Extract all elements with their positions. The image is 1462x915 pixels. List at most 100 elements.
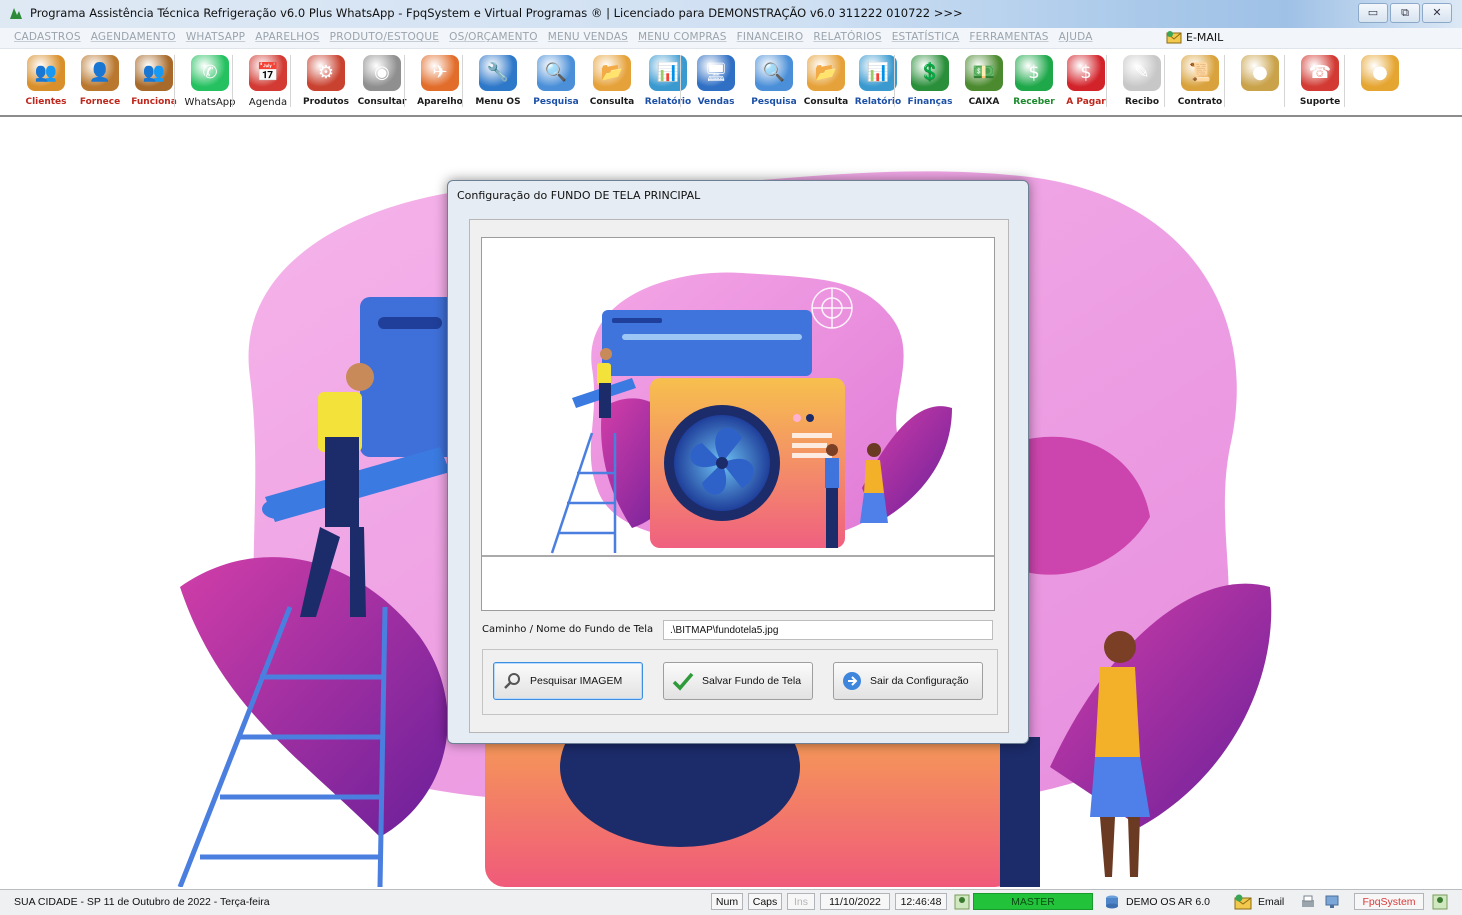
- menu-financeiro[interactable]: FINANCEIRO: [737, 31, 804, 43]
- toolbar-button-consulta[interactable]: 📂 Consulta: [796, 51, 856, 113]
- a-pagar-icon: $: [1067, 55, 1105, 91]
- toolbar-button-funciona[interactable]: 👥 Funciona: [124, 51, 184, 113]
- path-input[interactable]: .\BITMAP\fundotela5.jpg: [663, 620, 993, 640]
- menu-os-orcamento[interactable]: OS/ORÇAMENTO: [449, 31, 538, 43]
- whatsapp-icon: ✆: [191, 55, 229, 91]
- produtos-icon: ⚙: [307, 55, 345, 91]
- toolbar-button-relat-rio[interactable]: 📊 Relatório: [848, 51, 908, 113]
- background-preview-image: [481, 237, 995, 611]
- maximize-button[interactable]: ⧉: [1390, 3, 1420, 23]
- window-title: Programa Assistência Técnica Refrigeraçã…: [30, 6, 963, 20]
- exit-config-label: Sair da Configuração: [870, 675, 969, 687]
- toolbar-button-receber[interactable]: $ Receber: [1004, 51, 1064, 113]
- menu-relatorios[interactable]: RELATÓRIOS: [813, 31, 881, 43]
- module-24-icon: ●: [1361, 55, 1399, 91]
- user-status-icon: [1432, 894, 1448, 910]
- toolbar-button-extra-24[interactable]: ●: [1350, 51, 1410, 113]
- toolbar-button-fornece[interactable]: 👤 Fornece: [70, 51, 130, 113]
- menu-aparelhos[interactable]: APARELHOS: [255, 31, 319, 43]
- menu-compras[interactable]: MENU COMPRAS: [638, 31, 727, 43]
- window-controls: ▭ ⧉ ✕: [1358, 3, 1452, 23]
- pesquisa-icon: 🔍: [537, 55, 575, 91]
- save-background-label: Salvar Fundo de Tela: [702, 675, 802, 687]
- status-database: DEMO OS AR 6.0: [1126, 896, 1211, 908]
- toolbar-button-label: Menu OS: [475, 97, 521, 107]
- menu-vendas[interactable]: MENU VENDAS: [548, 31, 628, 43]
- caixa-icon: 💵: [965, 55, 1003, 91]
- toolbar-button-label: Consulta: [589, 97, 635, 107]
- toolbar-separator: [680, 55, 681, 107]
- toolbar-button-consultar[interactable]: ◉ Consultar: [352, 51, 412, 113]
- toolbar-button-label: WhatsApp: [184, 97, 236, 108]
- aparelho-icon: ✈: [421, 55, 459, 91]
- toolbar-button-extra-22[interactable]: ●: [1230, 51, 1290, 113]
- recibo-icon: ✎: [1123, 55, 1161, 91]
- menu-whatsapp[interactable]: WHATSAPP: [186, 31, 245, 43]
- exit-config-button[interactable]: Sair da Configuração: [833, 662, 983, 700]
- vendas-icon: 🖥: [697, 55, 735, 91]
- network-icon[interactable]: [1324, 894, 1340, 910]
- status-caps: Caps: [748, 893, 782, 910]
- toolbar-button-contrato[interactable]: 📜 Contrato: [1170, 51, 1230, 113]
- printer-icon[interactable]: [1300, 894, 1316, 910]
- toolbar-button-whatsapp[interactable]: ✆ WhatsApp: [180, 51, 240, 113]
- status-user: MASTER: [973, 893, 1093, 910]
- toolbar-button-agenda[interactable]: 📅 Agenda: [238, 51, 298, 113]
- exit-arrow-icon: [843, 672, 861, 690]
- search-image-button[interactable]: Pesquisar IMAGEM: [493, 662, 643, 700]
- toolbar-button-label: Receber: [1013, 97, 1055, 107]
- toolbar-button-label: Finanças: [907, 97, 953, 107]
- toolbar-button-label: Produtos: [303, 97, 349, 107]
- status-num: Num: [711, 893, 743, 910]
- minimize-button[interactable]: ▭: [1358, 3, 1388, 23]
- toolbar-separator: [1224, 55, 1225, 107]
- toolbar-separator: [290, 55, 291, 107]
- toolbar-button-label: Vendas: [697, 97, 735, 107]
- toolbar: 👥 Clientes 👤 Fornece 👥 Funciona ✆ WhatsApp 📅 Agen…: [0, 49, 1462, 117]
- toolbar-button-pesquisa[interactable]: 🔍 Pesquisa: [526, 51, 586, 113]
- toolbar-button-menu-os[interactable]: 🔧 Menu OS: [468, 51, 528, 113]
- checkmark-icon: [672, 672, 694, 691]
- toolbar-button-produtos[interactable]: ⚙ Produtos: [296, 51, 356, 113]
- status-time: 12:46:48: [895, 893, 947, 910]
- toolbar-separator: [894, 55, 895, 107]
- menu-ferramentas[interactable]: FERRAMENTAS: [969, 31, 1048, 43]
- toolbar-button-a-pagar[interactable]: $ A Pagar: [1056, 51, 1116, 113]
- menu-email[interactable]: E-MAIL: [1166, 30, 1223, 44]
- button-group: Pesquisar IMAGEM Salvar Fundo de Tela Sa…: [482, 649, 998, 715]
- toolbar-button-suporte[interactable]: ☎ Suporte: [1290, 51, 1350, 113]
- status-email[interactable]: Email: [1258, 896, 1284, 908]
- menu-agendamento[interactable]: AGENDAMENTO: [91, 31, 176, 43]
- module-22-icon: ●: [1241, 55, 1279, 91]
- menu-cadastros[interactable]: CADASTROS: [14, 31, 81, 43]
- close-button[interactable]: ✕: [1422, 3, 1452, 23]
- toolbar-separator: [174, 55, 175, 107]
- toolbar-separator: [404, 55, 405, 107]
- toolbar-button-vendas[interactable]: 🖥 Vendas: [686, 51, 746, 113]
- save-background-button[interactable]: Salvar Fundo de Tela: [663, 662, 813, 700]
- consulta-icon: 📂: [807, 55, 845, 91]
- toolbar-button-consulta[interactable]: 📂 Consulta: [582, 51, 642, 113]
- toolbar-button-clientes[interactable]: 👥 Clientes: [16, 51, 76, 113]
- menu-ajuda[interactable]: AJUDA: [1059, 31, 1093, 43]
- toolbar-button-label: Agenda: [248, 97, 288, 108]
- toolbar-button-label: Recibo: [1124, 97, 1160, 107]
- menu-produto-estoque[interactable]: PRODUTO/ESTOQUE: [330, 31, 439, 43]
- pesquisa-icon: 🔍: [755, 55, 793, 91]
- email-status-icon: [1234, 894, 1252, 910]
- toolbar-button-pesquisa[interactable]: 🔍 Pesquisa: [744, 51, 804, 113]
- status-brand[interactable]: FpqSystem: [1354, 893, 1424, 910]
- dialog-frame: Caminho / Nome do Fundo de Tela .\BITMAP…: [469, 219, 1009, 733]
- database-icon: [1106, 895, 1118, 909]
- contrato-icon: 📜: [1181, 55, 1219, 91]
- toolbar-separator: [1106, 55, 1107, 107]
- status-ins: Ins: [787, 893, 815, 910]
- suporte-icon: ☎: [1301, 55, 1339, 91]
- toolbar-button-label: Consultar: [357, 97, 407, 107]
- toolbar-button-recibo[interactable]: ✎ Recibo: [1112, 51, 1172, 113]
- toolbar-button-aparelho[interactable]: ✈ Aparelho: [410, 51, 470, 113]
- toolbar-button-finan-as[interactable]: 💲 Finanças: [900, 51, 960, 113]
- menu-os-icon: 🔧: [479, 55, 517, 91]
- menu-estatistica[interactable]: ESTATÍSTICA: [892, 31, 960, 43]
- relat-rio-icon: 📊: [859, 55, 897, 91]
